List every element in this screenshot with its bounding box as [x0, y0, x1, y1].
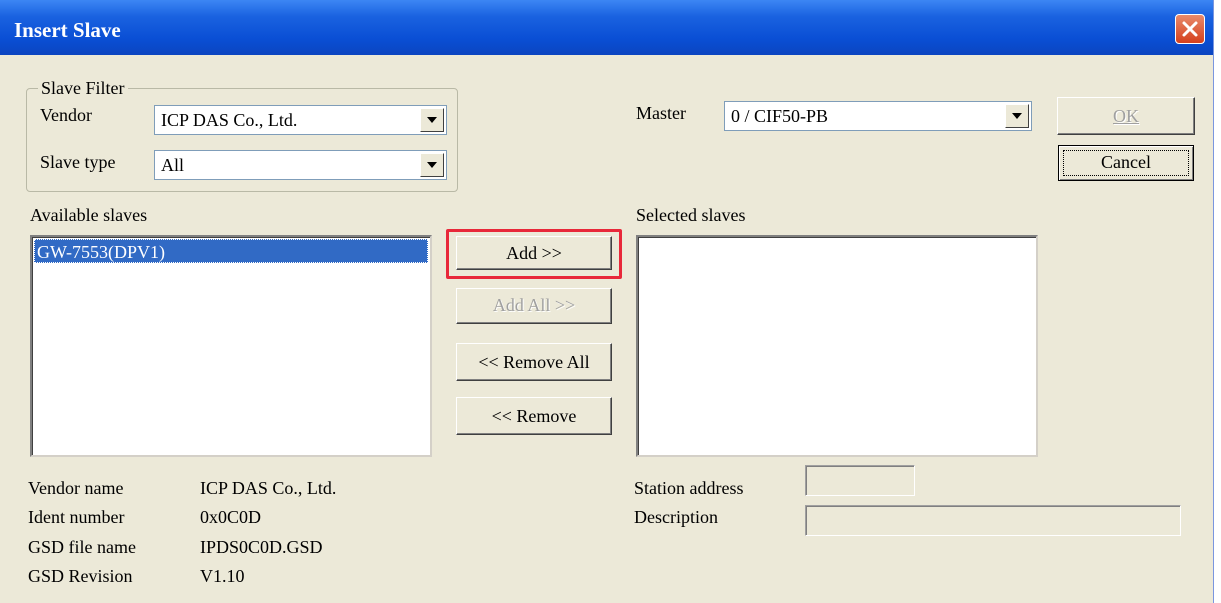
- gsd-revision-value: V1.10: [200, 566, 245, 586]
- title-bar[interactable]: Insert Slave: [0, 0, 1213, 55]
- insert-slave-dialog: Insert Slave Slave Filter Vendor ICP DAS…: [0, 0, 1214, 603]
- master-label: Master: [636, 103, 686, 123]
- add-button-label: Add >>: [506, 243, 562, 263]
- cancel-button[interactable]: Cancel: [1058, 145, 1194, 181]
- vendor-select-value: ICP DAS Co., Ltd.: [161, 110, 298, 130]
- slave-type-select-value: All: [161, 155, 185, 175]
- cancel-button-label: Cancel: [1101, 152, 1151, 172]
- master-select[interactable]: 0 / CIF50-PB: [724, 101, 1032, 131]
- remove-all-button[interactable]: << Remove All: [456, 343, 612, 381]
- master-select-value: 0 / CIF50-PB: [731, 106, 829, 126]
- remove-button[interactable]: << Remove: [456, 397, 612, 435]
- slave-filter-title: Slave Filter: [38, 78, 128, 99]
- station-address-label: Station address: [634, 478, 744, 498]
- ident-number-label: Ident number: [28, 507, 125, 527]
- available-slaves-list[interactable]: GW-7553(DPV1): [30, 235, 432, 457]
- add-button[interactable]: Add >>: [456, 236, 612, 270]
- ok-button-label: OK: [1113, 106, 1139, 126]
- ident-number-value: 0x0C0D: [200, 507, 262, 527]
- available-slaves-label: Available slaves: [30, 205, 148, 225]
- window-title: Insert Slave: [14, 18, 121, 42]
- list-item[interactable]: GW-7553(DPV1): [34, 239, 428, 263]
- ok-button[interactable]: OK: [1057, 97, 1195, 135]
- chevron-down-icon: [427, 117, 437, 123]
- vendor-label: Vendor: [40, 105, 92, 125]
- master-dropdown-button[interactable]: [1005, 104, 1029, 128]
- close-button[interactable]: [1175, 14, 1205, 44]
- vendor-name-value: ICP DAS Co., Ltd.: [200, 478, 337, 498]
- chevron-down-icon: [427, 162, 437, 168]
- vendor-name-label: Vendor name: [28, 478, 124, 498]
- selected-slaves-list[interactable]: [636, 235, 1038, 457]
- slave-type-label: Slave type: [40, 152, 116, 172]
- chevron-down-icon: [1012, 113, 1022, 119]
- close-icon: [1182, 21, 1198, 37]
- add-all-button[interactable]: Add All >>: [456, 288, 612, 324]
- vendor-dropdown-button[interactable]: [420, 108, 444, 132]
- selected-slaves-label: Selected slaves: [636, 205, 746, 225]
- remove-all-button-label: << Remove All: [478, 352, 590, 372]
- description-field[interactable]: [805, 505, 1181, 536]
- gsd-file-name-label: GSD file name: [28, 537, 136, 557]
- add-all-button-label: Add All >>: [492, 295, 576, 315]
- station-address-field[interactable]: [805, 465, 915, 496]
- remove-button-label: << Remove: [491, 406, 577, 426]
- slave-type-select[interactable]: All: [154, 150, 447, 180]
- gsd-file-name-value: IPDS0C0D.GSD: [200, 537, 323, 557]
- gsd-revision-label: GSD Revision: [28, 566, 133, 586]
- description-label: Description: [634, 507, 718, 527]
- slave-type-dropdown-button[interactable]: [420, 153, 444, 177]
- vendor-select[interactable]: ICP DAS Co., Ltd.: [154, 105, 447, 135]
